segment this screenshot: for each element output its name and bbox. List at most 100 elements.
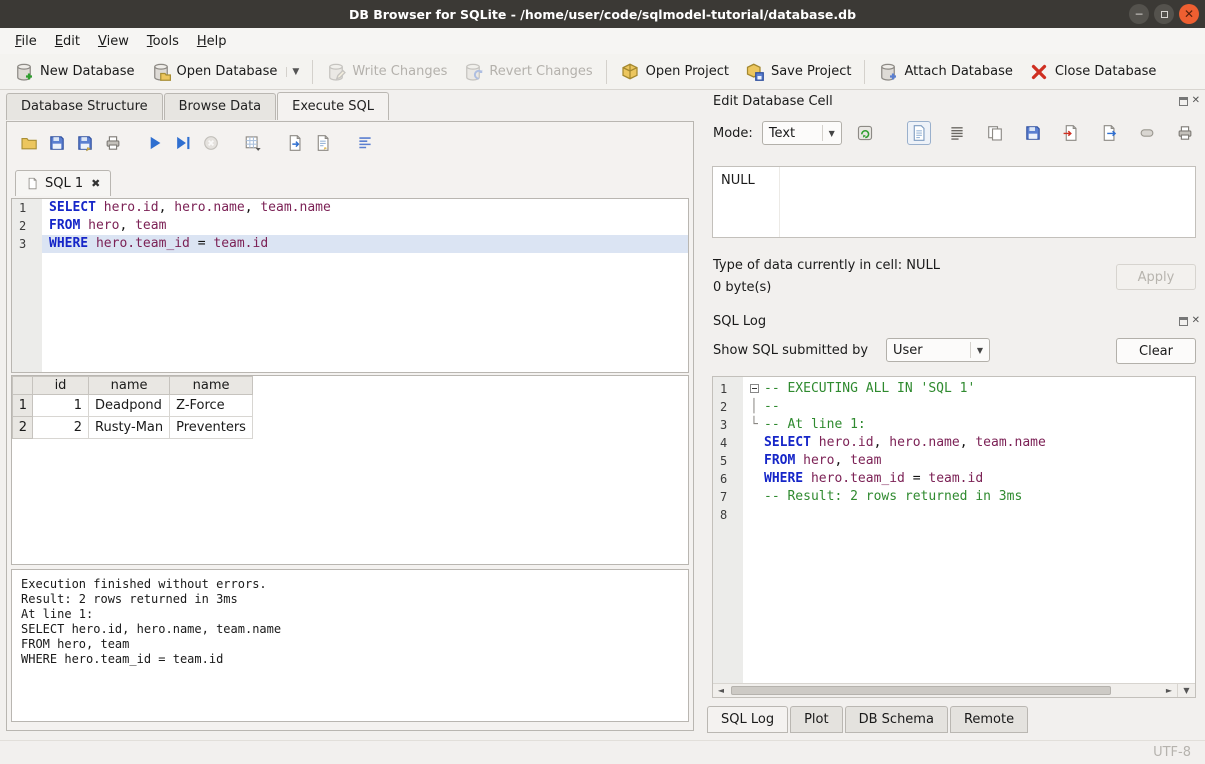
code-text: -- EXECUTING ALL IN 'SQL 1' bbox=[743, 380, 1195, 398]
menu-help[interactable]: Help bbox=[188, 30, 236, 53]
open-database-icon bbox=[151, 62, 171, 82]
format-button[interactable] bbox=[351, 130, 379, 156]
table-row: 22Rusty-ManPreventers bbox=[13, 417, 253, 439]
tab-remote[interactable]: Remote bbox=[950, 706, 1028, 733]
save-sql-as-icon bbox=[76, 134, 94, 152]
close-database-button[interactable]: Close Database bbox=[1021, 58, 1165, 86]
fold-marker[interactable] bbox=[750, 380, 764, 398]
float-panel-icon[interactable] bbox=[1179, 97, 1188, 106]
sql-log-view[interactable]: 1-- EXECUTING ALL IN 'SQL 1'2│--3└-- At … bbox=[713, 377, 1195, 683]
copy-button[interactable] bbox=[983, 121, 1007, 145]
log-filter-select[interactable]: User ▼ bbox=[886, 338, 990, 362]
clear-log-button[interactable]: Clear bbox=[1116, 338, 1196, 364]
dropdown-caret-icon[interactable]: ▼ bbox=[286, 67, 299, 77]
column-header[interactable]: name bbox=[170, 377, 253, 395]
code-line: 2│-- bbox=[713, 398, 1195, 416]
sql-editor[interactable]: 1SELECT hero.id, hero.name, team.name2FR… bbox=[11, 198, 689, 373]
execute-sql-panel: SQL 1 ✖ 1SELECT hero.id, hero.name, team… bbox=[6, 121, 694, 731]
menu-view[interactable]: View bbox=[89, 30, 138, 53]
code-line: 2FROM hero, team bbox=[12, 217, 688, 235]
menu-tools[interactable]: Tools bbox=[138, 30, 188, 53]
attach-database-button[interactable]: Attach Database bbox=[870, 58, 1020, 86]
tab-database-structure[interactable]: Database Structure bbox=[6, 93, 163, 120]
scroll-right-icon[interactable]: ► bbox=[1161, 684, 1177, 697]
save-project-button[interactable]: Save Project bbox=[737, 58, 860, 86]
import-button[interactable] bbox=[1059, 121, 1083, 145]
mode-select-value: Text bbox=[769, 126, 795, 141]
print-button[interactable] bbox=[1173, 121, 1197, 145]
export-page-button[interactable] bbox=[281, 130, 309, 156]
export-button[interactable] bbox=[1097, 121, 1121, 145]
null-button[interactable] bbox=[1135, 121, 1159, 145]
edit-page-button[interactable] bbox=[309, 130, 337, 156]
tab-execute-sql[interactable]: Execute SQL bbox=[277, 92, 389, 120]
token bbox=[803, 471, 811, 486]
output-line: Execution finished without errors. bbox=[21, 577, 679, 592]
open-sql-button[interactable] bbox=[15, 130, 43, 156]
scrollbar-track[interactable] bbox=[729, 684, 1161, 697]
maximize-icon[interactable] bbox=[1154, 4, 1174, 24]
open-database-button[interactable]: Open Database▼ bbox=[143, 58, 308, 86]
scrollbar-thumb[interactable] bbox=[731, 686, 1111, 695]
justify-button[interactable] bbox=[945, 121, 969, 145]
close-icon[interactable]: ✕ bbox=[1179, 4, 1199, 24]
token: , bbox=[245, 200, 261, 215]
row-header[interactable]: 2 bbox=[13, 417, 33, 439]
close-tab-icon[interactable]: ✖ bbox=[91, 177, 100, 190]
code-text: └-- At line 1: bbox=[743, 416, 1195, 434]
column-header[interactable]: id bbox=[33, 377, 89, 395]
column-header[interactable]: name bbox=[89, 377, 170, 395]
print-icon bbox=[104, 134, 122, 152]
execute-all-button[interactable] bbox=[141, 130, 169, 156]
encoding-indicator[interactable]: UTF-8 bbox=[1153, 745, 1191, 760]
open-project-button[interactable]: Open Project bbox=[612, 58, 737, 86]
tab-sql-log[interactable]: SQL Log bbox=[707, 706, 788, 733]
cell-editor[interactable]: NULL bbox=[712, 166, 1196, 238]
toolbar-button-label: New Database bbox=[40, 64, 135, 79]
execution-output[interactable]: Execution finished without errors.Result… bbox=[11, 569, 689, 722]
cell[interactable]: 2 bbox=[33, 417, 89, 439]
token bbox=[80, 218, 88, 233]
new-tab-button[interactable] bbox=[239, 130, 267, 156]
scroll-left-icon[interactable]: ◄ bbox=[713, 684, 729, 697]
app-window: DB Browser for SQLite - /home/user/code/… bbox=[0, 0, 1205, 764]
sql-tab[interactable]: SQL 1 ✖ bbox=[15, 170, 111, 196]
token: = bbox=[905, 471, 928, 486]
code-line: 5FROM hero, team bbox=[713, 452, 1195, 470]
execute-line-button[interactable] bbox=[169, 130, 197, 156]
open-sql-icon bbox=[20, 134, 38, 152]
tab-db-schema[interactable]: DB Schema bbox=[845, 706, 948, 733]
new-database-button[interactable]: New Database bbox=[6, 58, 143, 86]
cell[interactable]: Z-Force bbox=[170, 395, 253, 417]
row-header[interactable]: 1 bbox=[13, 395, 33, 417]
menu-edit[interactable]: Edit bbox=[46, 30, 89, 53]
print-button[interactable] bbox=[99, 130, 127, 156]
tab-browse-data[interactable]: Browse Data bbox=[164, 93, 277, 120]
menu-file[interactable]: File bbox=[6, 30, 46, 53]
cell[interactable]: Preventers bbox=[170, 417, 253, 439]
float-panel-icon[interactable] bbox=[1179, 317, 1188, 326]
apply-button: Apply bbox=[1116, 264, 1196, 290]
execute-all-icon bbox=[146, 134, 164, 152]
save-sql-as-button[interactable] bbox=[71, 130, 99, 156]
save-button[interactable] bbox=[1021, 121, 1045, 145]
tab-plot[interactable]: Plot bbox=[790, 706, 843, 733]
text-doc-button[interactable] bbox=[907, 121, 931, 145]
write-changes-icon bbox=[326, 62, 346, 82]
save-sql-button[interactable] bbox=[43, 130, 71, 156]
mode-select[interactable]: Text ▼ bbox=[762, 121, 842, 145]
close-panel-icon[interactable]: ✕ bbox=[1192, 96, 1200, 106]
code-text: SELECT hero.id, hero.name, team.name bbox=[42, 199, 688, 217]
statusbar: UTF-8 bbox=[0, 740, 1205, 764]
cell[interactable]: Deadpond bbox=[89, 395, 170, 417]
autodetect-button[interactable] bbox=[851, 120, 879, 146]
token: hero.name bbox=[174, 200, 244, 215]
cell[interactable]: Rusty-Man bbox=[89, 417, 170, 439]
justify-icon bbox=[948, 124, 966, 142]
token bbox=[88, 236, 96, 251]
minimize-icon[interactable]: ─ bbox=[1129, 4, 1149, 24]
token: team bbox=[850, 453, 881, 468]
scroll-down-icon[interactable]: ▼ bbox=[1177, 684, 1195, 697]
close-panel-icon[interactable]: ✕ bbox=[1192, 316, 1200, 326]
cell[interactable]: 1 bbox=[33, 395, 89, 417]
